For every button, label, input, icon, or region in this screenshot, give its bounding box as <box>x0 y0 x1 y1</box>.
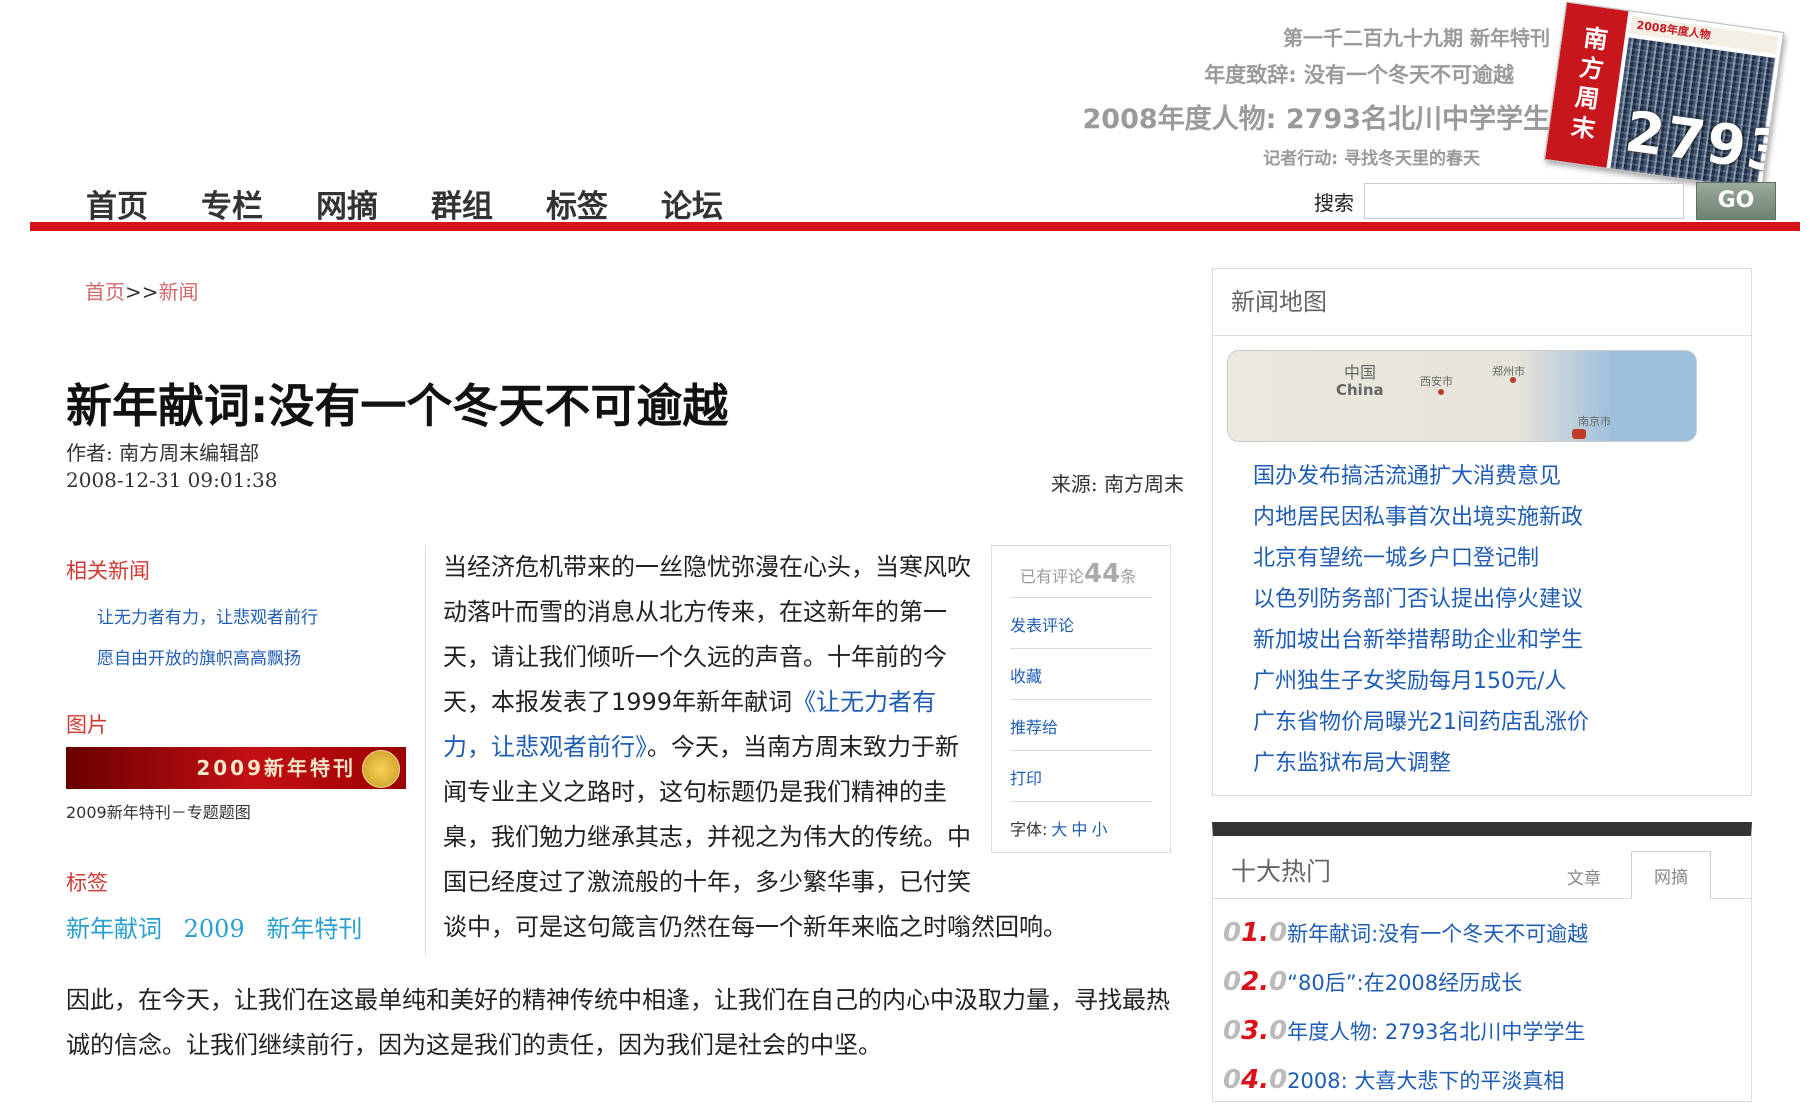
left-sidebar: 相关新闻 让无力者有力，让悲观者前行 愿自由开放的旗帜高高飘扬 图片 2009新… <box>66 555 406 944</box>
top-ten-item-title: 年度人物: 2793名北川中学学生 <box>1287 1020 1586 1044</box>
related-news-link[interactable]: 让无力者有力，让悲观者前行 <box>97 603 406 628</box>
search-label: 搜索 <box>1314 190 1354 215</box>
nav-home[interactable]: 首页 <box>86 181 148 226</box>
nav-columns[interactable]: 专栏 <box>201 181 263 226</box>
font-size-medium[interactable]: 中 <box>1071 820 1087 839</box>
header-banner: 第一千二百九十九期 新年特刊 年度致辞: 没有一个冬天不可逾越 2008年度人物… <box>1083 0 1820 191</box>
news-map-link[interactable]: 广东省物价局曝光21间药店乱涨价 <box>1253 702 1751 743</box>
banner-image-text: 2009新年特刊 <box>196 756 356 780</box>
picture-section: 图片 2009新年特刊 2009新年特刊－专题题图 <box>66 709 406 823</box>
search-input[interactable] <box>1364 183 1684 219</box>
news-map-link[interactable]: 以色列防务部门否认提出停火建议 <box>1253 579 1751 620</box>
news-map-heading: 新闻地图 <box>1213 269 1751 336</box>
map-label-nanjing: 南京市 <box>1578 415 1611 428</box>
font-size-label: 字体: <box>1010 820 1048 839</box>
breadcrumb: 首页>>新闻 <box>85 276 199 305</box>
picture-caption: 2009新年特刊－专题题图 <box>66 803 251 822</box>
font-size-selector: 字体: 大中小 <box>1010 802 1152 842</box>
banner-headlines: 第一千二百九十九期 新年特刊 年度致辞: 没有一个冬天不可逾越 2008年度人物… <box>1083 22 1551 169</box>
picture-heading: 图片 <box>66 713 108 737</box>
top-ten-heading: 十大热门 <box>1231 857 1332 886</box>
top-ten-item[interactable]: 03.0年度人物: 2793名北川中学学生 <box>1223 1007 1751 1056</box>
news-map-link[interactable]: 北京有望统一城乡户口登记制 <box>1253 538 1751 579</box>
magazine-cover-image[interactable]: 南方周末 2008年度人物 2793 <box>1543 1 1785 191</box>
map-marker-icon[interactable] <box>1510 377 1516 383</box>
map-label-zhengzhou: 郑州市 <box>1492 365 1525 378</box>
rank-number: 04.0 <box>1223 1065 1288 1095</box>
top-ten-item-title: 2008: 大喜大悲下的平淡真相 <box>1287 1069 1565 1093</box>
top-ten-item[interactable]: 01.0新年献词:没有一个冬天不可逾越 <box>1223 909 1751 958</box>
tab-articles[interactable]: 文章 <box>1553 853 1615 899</box>
tag-list: 新年献词 2009 新年特刊 <box>66 909 406 944</box>
column-divider <box>425 545 426 955</box>
article-paragraph-2: 因此，在今天，让我们在这最单纯和美好的精神传统中相逢，让我们在自己的内心中汲取力… <box>66 986 1170 1059</box>
top-ten-box: 十大热门 文章 网摘 01.0新年献词:没有一个冬天不可逾越 02.0“80后”… <box>1212 822 1752 1102</box>
tags-section: 标签 新年献词 2009 新年特刊 <box>66 867 406 944</box>
tag-item[interactable]: 新年献词 <box>66 915 162 943</box>
nav-forum[interactable]: 论坛 <box>661 181 723 226</box>
news-map-box: 新闻地图 中国 China 西安市 郑州市 南京市 国办发布搞活流通扩大消费意见… <box>1212 268 1752 796</box>
map-label-cn: 中国 <box>1344 363 1377 382</box>
article-author: 作者: 南方周末编辑部 <box>66 441 260 465</box>
top-ten-item-title: “80后”:在2008经历成长 <box>1287 971 1523 995</box>
rank-number: 01.0 <box>1223 918 1288 948</box>
banner-issue: 第一千二百九十九期 新年特刊 <box>1283 26 1550 50</box>
map-marker-icon[interactable] <box>1572 429 1586 439</box>
rank-number: 03.0 <box>1223 1016 1288 1046</box>
post-comment-link[interactable]: 发表评论 <box>1010 598 1152 649</box>
search-go-button[interactable]: GO <box>1696 182 1776 220</box>
news-map-image[interactable]: 中国 China 西安市 郑州市 南京市 <box>1227 350 1697 442</box>
search-bar: 搜索 GO <box>1314 182 1776 220</box>
article-meta: 作者: 南方周末编辑部 2008-12-31 09:01:38 <box>66 440 278 494</box>
news-map-link[interactable]: 新加坡出台新举措帮助企业和学生 <box>1253 620 1751 661</box>
article-date: 2008-12-31 09:01:38 <box>66 468 278 492</box>
top-ten-item[interactable]: 04.02008: 大喜大悲下的平淡真相 <box>1223 1056 1751 1105</box>
print-link[interactable]: 打印 <box>1010 751 1152 802</box>
comment-count: 已有评论44条 <box>1010 552 1152 598</box>
top-ten-header: 十大热门 文章 网摘 <box>1213 836 1751 899</box>
news-map-link[interactable]: 广东监狱布局大调整 <box>1253 743 1751 784</box>
related-news-heading: 相关新闻 <box>66 559 150 583</box>
font-size-large[interactable]: 大 <box>1051 820 1067 839</box>
breadcrumb-home[interactable]: 首页 <box>85 280 125 304</box>
news-map-link[interactable]: 广州独生子女奖励每月150元/人 <box>1253 661 1751 702</box>
news-map-link[interactable]: 内地居民因私事首次出境实施新政 <box>1253 497 1751 538</box>
nav-tags[interactable]: 标签 <box>546 181 608 226</box>
main-nav: 首页 专栏 网摘 群组 标签 论坛 <box>86 181 776 226</box>
article-body: 已有评论44条 发表评论 收藏 推荐给 打印 字体: 大中小 当经济危机带来的一丝… <box>443 545 1171 950</box>
related-news-link[interactable]: 愿自由开放的旗帜高高飘扬 <box>97 644 406 669</box>
banner-reporter-action[interactable]: 记者行动: 寻找冬天里的春天 <box>1083 144 1480 169</box>
top-ten-item-title: 新年献词:没有一个冬天不可逾越 <box>1287 922 1589 946</box>
article-source: 来源: 南方周末 <box>1050 472 1184 496</box>
nav-red-divider <box>30 222 1800 231</box>
tag-item[interactable]: 2009 <box>184 915 245 943</box>
article-paragraph-1b: 。今天，当南方周末致力于新闻专业主义之路时，这句标题仍是我们精神的圭臬，我们勉力… <box>443 733 1067 941</box>
recommend-link[interactable]: 推荐给 <box>1010 700 1152 751</box>
tags-heading: 标签 <box>66 871 108 895</box>
article-title: 新年献词:没有一个冬天不可逾越 <box>66 379 729 433</box>
top-ten-list: 01.0新年献词:没有一个冬天不可逾越 02.0“80后”:在2008经历成长 … <box>1213 909 1751 1105</box>
tab-digest[interactable]: 网摘 <box>1631 851 1711 899</box>
favorite-link[interactable]: 收藏 <box>1010 649 1152 700</box>
rank-number: 02.0 <box>1223 967 1288 997</box>
nav-groups[interactable]: 群组 <box>431 181 493 226</box>
map-label-en: China <box>1336 381 1384 399</box>
gold-seal-icon <box>362 750 400 788</box>
breadcrumb-separator: >> <box>125 280 159 304</box>
news-map-links: 国办发布搞活流通扩大消费意见 内地居民因私事首次出境实施新政 北京有望统一城乡户… <box>1213 456 1751 784</box>
map-label-xian: 西安市 <box>1420 375 1453 388</box>
map-marker-icon[interactable] <box>1438 389 1444 395</box>
banner-person-of-year[interactable]: 2008年度人物: 2793名北川中学学生 <box>1083 97 1551 136</box>
tag-item[interactable]: 新年特刊 <box>266 915 362 943</box>
font-size-small[interactable]: 小 <box>1091 820 1107 839</box>
article-tools-box: 已有评论44条 发表评论 收藏 推荐给 打印 字体: 大中小 <box>991 545 1171 853</box>
new-year-special-banner-image[interactable]: 2009新年特刊 <box>66 747 406 789</box>
comment-count-number: 44 <box>1084 559 1121 589</box>
breadcrumb-news[interactable]: 新闻 <box>159 280 199 304</box>
nav-digest[interactable]: 网摘 <box>316 181 378 226</box>
top-ten-item[interactable]: 02.0“80后”:在2008经历成长 <box>1223 958 1751 1007</box>
banner-editorial[interactable]: 年度致辞: 没有一个冬天不可逾越 <box>1083 59 1514 89</box>
news-map-link[interactable]: 国办发布搞活流通扩大消费意见 <box>1253 456 1751 497</box>
